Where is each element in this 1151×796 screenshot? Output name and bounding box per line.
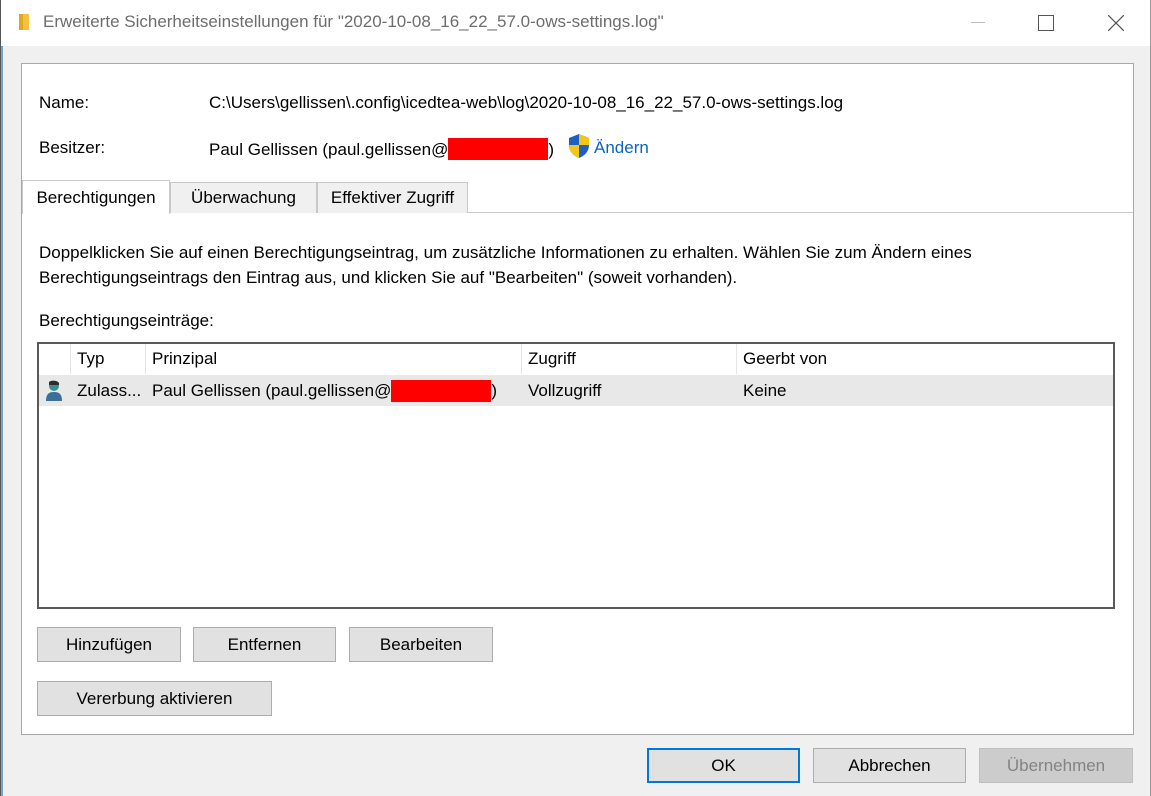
permission-entries-list[interactable]: Typ Prinzipal Zugriff Geerbt von Zulass.… — [37, 342, 1115, 609]
edit-button[interactable]: Bearbeiten — [349, 627, 493, 662]
description-line-1: Doppelklicken Sie auf einen Berechtigung… — [39, 243, 972, 262]
owner-value-suffix: ) — [548, 140, 554, 159]
maximize-icon — [1038, 15, 1054, 31]
row-type: Zulass... — [77, 380, 142, 400]
owner-label: Besitzer: — [39, 138, 106, 157]
owner-value-prefix: Paul Gellissen (paul.gellissen@ — [209, 140, 449, 159]
user-icon — [45, 375, 63, 406]
column-header-inherited[interactable]: Geerbt von — [737, 344, 1113, 374]
enable-inheritance-button[interactable]: Vererbung aktivieren — [37, 681, 272, 716]
minimize-button[interactable] — [943, 0, 1013, 46]
list-header: Typ Prinzipal Zugriff Geerbt von — [39, 344, 1113, 374]
close-icon — [1108, 15, 1124, 31]
column-header-principal[interactable]: Prinzipal — [146, 344, 522, 374]
row-principal-suffix: ) — [491, 380, 497, 400]
title-bar: Erweiterte Sicherheitseinstellungen für … — [1, 0, 1150, 46]
change-owner-link[interactable]: Ändern — [594, 138, 649, 158]
entries-label: Berechtigungseinträge: — [39, 311, 214, 330]
table-row[interactable]: Zulass... Paul Gellissen (paul.gellissen… — [39, 375, 1113, 406]
name-value: C:\Users\gellissen\.config\icedtea-web\l… — [209, 93, 844, 112]
security-dialog-window: Erweiterte Sicherheitseinstellungen für … — [0, 0, 1151, 796]
close-button[interactable] — [1081, 0, 1151, 46]
minimize-icon — [971, 22, 985, 23]
description-line-2: Berechtigungseintrags den Eintrag aus, u… — [39, 268, 738, 287]
folder-icon — [15, 12, 35, 32]
redaction-bar — [391, 379, 492, 402]
uac-shield-icon — [567, 133, 591, 159]
apply-button[interactable]: Übernehmen — [979, 748, 1133, 783]
add-button[interactable]: Hinzufügen — [37, 627, 181, 662]
row-principal-prefix: Paul Gellissen (paul.gellissen@ — [152, 380, 392, 400]
maximize-button[interactable] — [1011, 0, 1081, 46]
name-label: Name: — [39, 93, 90, 112]
tab-effektiver-zugriff[interactable]: Effektiver Zugriff — [317, 182, 468, 213]
row-principal: Paul Gellissen (paul.gellissen@) — [152, 375, 497, 406]
cancel-button[interactable]: Abbrechen — [813, 748, 966, 783]
redaction-bar — [448, 138, 549, 160]
row-access: Vollzugriff — [528, 380, 602, 400]
column-header-access[interactable]: Zugriff — [522, 344, 737, 374]
column-header-type[interactable]: Typ — [71, 344, 146, 374]
tab-berechtigungen[interactable]: Berechtigungen — [22, 180, 170, 214]
owner-value: Paul Gellissen (paul.gellissen@) — [209, 138, 554, 160]
window-title: Erweiterte Sicherheitseinstellungen für … — [43, 12, 664, 31]
tab-ueberwachung[interactable]: Überwachung — [170, 182, 317, 213]
main-panel: Name: C:\Users\gellissen\.config\icedtea… — [21, 63, 1134, 735]
ok-button[interactable]: OK — [647, 748, 800, 783]
remove-button[interactable]: Entfernen — [193, 627, 336, 662]
window-edge — [1, 0, 3, 796]
row-inherited-from: Keine — [743, 380, 787, 400]
column-header-icon[interactable] — [39, 344, 71, 374]
